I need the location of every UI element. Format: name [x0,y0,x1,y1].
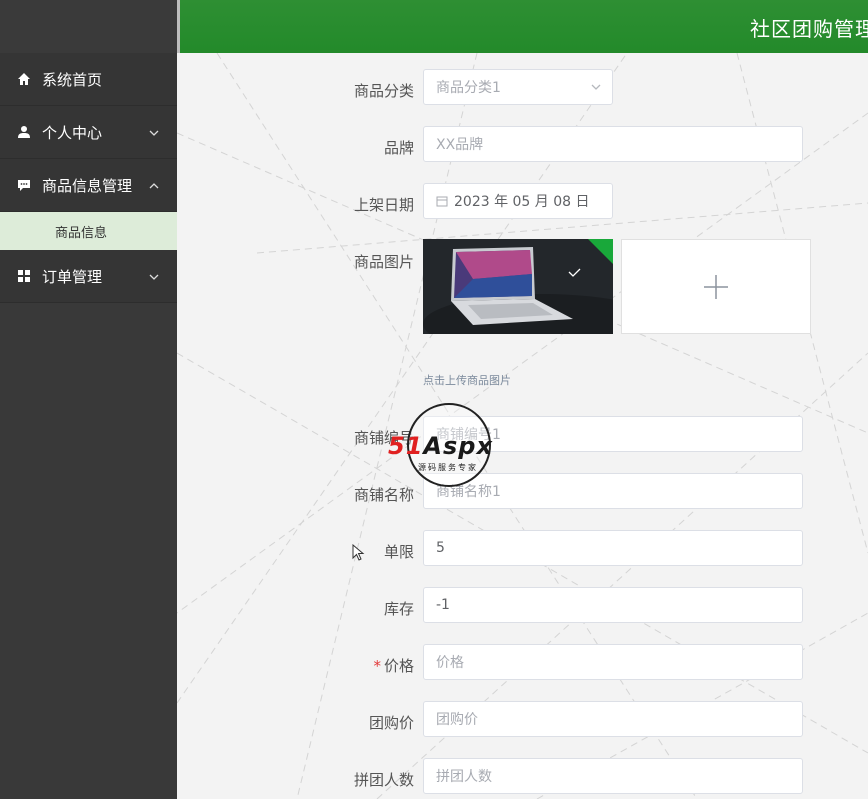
sidebar-item-home[interactable]: 系统首页 [0,53,177,106]
upload-hint: 点击上传商品图片 [423,374,511,387]
category-select[interactable]: 商品分类1 [423,69,613,105]
uploaded-image-thumbnail[interactable] [423,239,613,334]
brand-label: 品牌 [383,139,414,157]
category-value: 商品分类1 [436,80,501,96]
group-people-input[interactable]: 拼团人数 [423,758,803,794]
stock-label: 库存 [383,600,414,618]
brand-value: XX品牌 [436,137,484,153]
category-label: 商品分类 [353,82,414,100]
sidebar-item-label: 商品信息管理 [42,176,133,195]
watermark-logo: 51Aspx [388,432,493,460]
page-title: 社区团购管理 [750,17,868,41]
group-price-placeholder: 团购价 [436,712,478,728]
sidebar-subitem-label: 商品信息 [55,225,108,241]
limit-value: 5 [436,540,445,556]
date-value: 2023 年 05 月 08 日 [454,194,590,210]
sidebar-item-profile[interactable]: 个人中心 [0,106,177,159]
date-picker[interactable]: 2023 年 05 月 08 日 [423,183,613,219]
chevron-down-icon [149,268,159,286]
price-label-text: 价格 [383,657,414,675]
shop-name-label: 商铺名称 [353,486,414,504]
chevron-up-icon [149,177,159,195]
laptop-image [423,239,613,334]
watermark-logo-left: 51 [388,432,424,460]
stock-value: -1 [436,597,450,613]
chat-icon [16,177,32,193]
price-input[interactable]: 价格 [423,644,803,680]
plus-icon [704,274,728,299]
group-price-input[interactable]: 团购价 [423,701,803,737]
home-icon [16,71,32,87]
sidebar-item-label: 订单管理 [42,267,103,286]
price-placeholder: 价格 [436,655,464,671]
chevron-down-icon [149,124,159,142]
sidebar: 系统首页 个人中心 商品信息管理 商品信息 订单管理 [0,0,177,799]
brand-input[interactable]: XX品牌 [423,126,803,162]
image-upload-button[interactable] [621,239,811,334]
sidebar-logo-area [0,0,177,53]
sidebar-item-label: 系统首页 [42,70,103,89]
sidebar-item-orders[interactable]: 订单管理 [0,250,177,303]
date-label: 上架日期 [353,196,414,214]
group-people-placeholder: 拼团人数 [436,769,492,785]
mouse-cursor-icon [352,544,365,561]
required-mark: * [373,657,381,675]
group-people-label: 拼团人数 [353,771,414,789]
watermark-logo-right: Aspx [423,432,493,460]
watermark-tagline: 源码服务专家 [418,463,478,472]
stock-input[interactable]: -1 [423,587,803,623]
user-icon [16,124,32,140]
top-header-bar: 社区团购管理 [177,0,868,53]
grid-icon [16,268,32,284]
sidebar-item-label: 个人中心 [42,123,103,142]
main-content: 商品分类 商品分类1 品牌 XX品牌 上架日期 2023 年 05 月 08 日… [177,53,868,799]
sidebar-subitem-product-info[interactable]: 商品信息 [0,212,177,250]
calendar-icon [436,195,448,207]
image-label: 商品图片 [353,253,414,271]
group-price-label: 团购价 [368,714,414,732]
limit-input[interactable]: 5 [423,530,803,566]
shop-name-input[interactable]: 商铺名称1 [423,473,803,509]
sidebar-item-product-management[interactable]: 商品信息管理 [0,159,177,212]
price-label: * 价格 [314,655,414,676]
chevron-down-icon [590,81,602,97]
